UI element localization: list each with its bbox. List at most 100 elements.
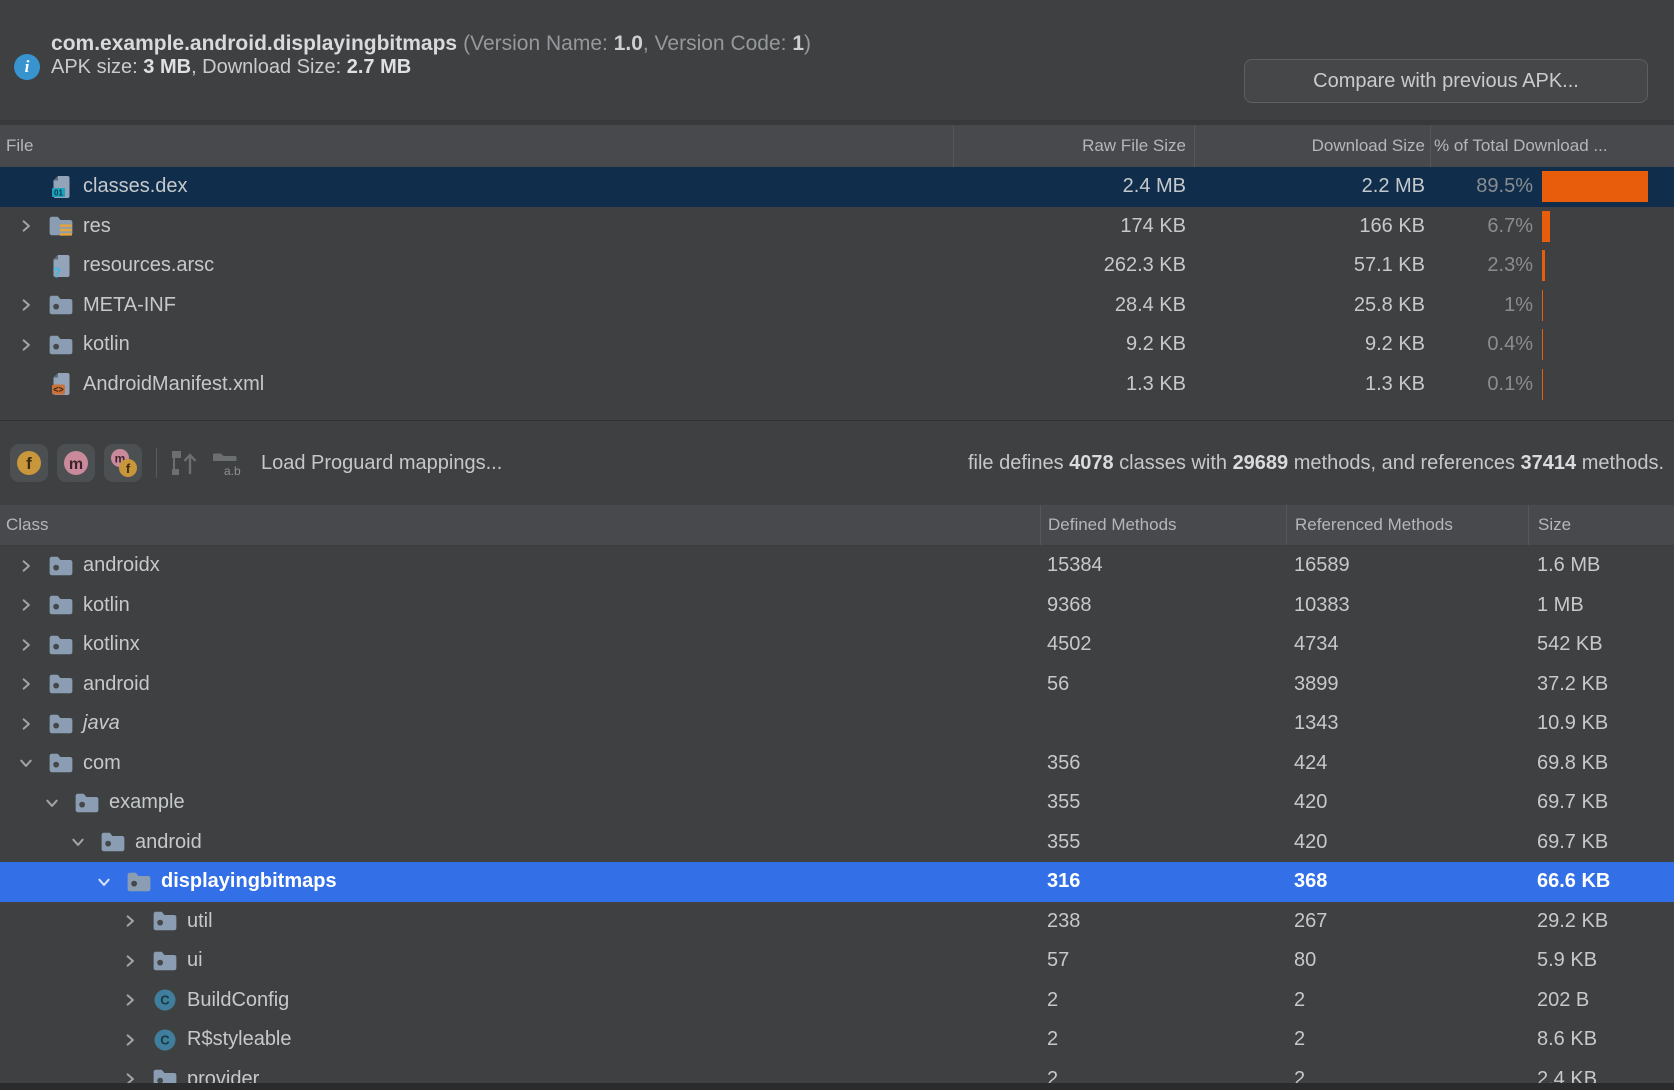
show-fields-toggle-button[interactable]: f <box>10 444 48 482</box>
chevron-right-icon[interactable] <box>14 219 38 233</box>
package-name: example <box>109 791 185 814</box>
chevron-down-icon[interactable] <box>92 875 116 889</box>
referenced-methods: 1343 <box>1286 712 1528 735</box>
class-name: R$styleable <box>187 1028 292 1051</box>
class-row-java[interactable]: java 1343 10.9 KB <box>0 704 1674 744</box>
class-row-androidx[interactable]: androidx 15384 16589 1.6 MB <box>0 546 1674 586</box>
class-row-example[interactable]: example 355 420 69.7 KB <box>0 783 1674 823</box>
chevron-right-icon[interactable] <box>14 598 38 612</box>
column-header-defined-methods[interactable]: Defined Methods <box>1040 505 1286 545</box>
chevron-right-icon[interactable] <box>14 638 38 652</box>
class-row-rstyleable[interactable]: R$styleable 2 2 8.6 KB <box>0 1020 1674 1060</box>
raw-file-size: 174 KB <box>953 215 1194 238</box>
size: 1 MB <box>1528 594 1674 617</box>
chevron-right-icon[interactable] <box>118 993 142 1007</box>
folder-icon <box>48 751 74 775</box>
compare-with-previous-apk-button[interactable]: Compare with previous APK... <box>1244 59 1648 103</box>
chevron-right-icon[interactable] <box>118 954 142 968</box>
chevron-down-icon[interactable] <box>66 835 90 849</box>
column-header-file[interactable]: File <box>0 125 953 167</box>
deobfuscate-names-icon[interactable]: a.b <box>211 448 241 478</box>
file-row-classes-dex[interactable]: classes.dex 2.4 MB 2.2 MB 89.5% <box>0 167 1674 207</box>
column-header-download-size[interactable]: Download Size <box>1194 125 1430 167</box>
folder-icon <box>74 791 100 815</box>
class-row-kotlin[interactable]: kotlin 9368 10383 1 MB <box>0 586 1674 626</box>
application-id: com.example.android.displayingbitmaps <box>51 32 457 55</box>
column-header-size[interactable]: Size <box>1528 505 1674 545</box>
folder-icon <box>48 712 74 736</box>
folder-icon <box>48 554 74 578</box>
pct-bar <box>1542 250 1545 281</box>
file-row-res[interactable]: res 174 KB 166 KB 6.7% <box>0 207 1674 247</box>
chevron-down-icon[interactable] <box>40 796 64 810</box>
referenced-methods: 10383 <box>1286 594 1528 617</box>
toolbar-separator <box>156 448 157 478</box>
package-name: ui <box>187 949 203 972</box>
column-header-class[interactable]: Class <box>0 505 1040 545</box>
pct-bar <box>1542 171 1648 202</box>
class-row-displayingbitmaps[interactable]: displayingbitmaps 316 368 66.6 KB <box>0 862 1674 902</box>
class-row-com[interactable]: com 356 424 69.8 KB <box>0 744 1674 784</box>
size: 202 B <box>1528 989 1674 1012</box>
res-folder-icon <box>48 214 74 238</box>
pct-of-total: 89.5% <box>1430 175 1533 198</box>
chevron-right-icon[interactable] <box>14 677 38 691</box>
pct-of-total: 2.3% <box>1430 254 1533 277</box>
defined-methods: 2 <box>1040 1028 1286 1051</box>
chevron-right-icon[interactable] <box>14 298 38 312</box>
file-table-header: File Raw File Size Download Size % of To… <box>0 125 1674 167</box>
package-name: displayingbitmaps <box>161 870 337 893</box>
package-name: util <box>187 910 213 933</box>
download-size: 2.2 MB <box>1194 175 1430 198</box>
chevron-right-icon[interactable] <box>14 717 38 731</box>
file-row-meta-inf[interactable]: META-INF 28.4 KB 25.8 KB 1% <box>0 286 1674 326</box>
manifest-file-icon <box>48 372 74 396</box>
file-row-resources-arsc[interactable]: resources.arsc 262.3 KB 57.1 KB 2.3% <box>0 246 1674 286</box>
column-header-pct-of-total-download[interactable]: % of Total Download ... <box>1430 125 1674 167</box>
defined-methods: 15384 <box>1040 554 1286 577</box>
file-row-androidmanifest[interactable]: AndroidManifest.xml 1.3 KB 1.3 KB 0.1% <box>0 365 1674 405</box>
class-row-ui[interactable]: ui 57 80 5.9 KB <box>0 941 1674 981</box>
chevron-right-icon[interactable] <box>118 914 142 928</box>
folder-icon <box>100 830 126 854</box>
raw-file-size: 2.4 MB <box>953 175 1194 198</box>
class-row-kotlinx[interactable]: kotlinx 4502 4734 542 KB <box>0 625 1674 665</box>
class-icon <box>152 988 178 1012</box>
chevron-right-icon[interactable] <box>14 559 38 573</box>
defined-methods: 4502 <box>1040 633 1286 656</box>
apk-size-summary: i APK size: 3 MB, Download Size: 2.7 MB <box>14 54 411 80</box>
class-table-header: Class Defined Methods Referenced Methods… <box>0 505 1674 546</box>
pct-of-total: 1% <box>1430 294 1533 317</box>
pct-of-total: 0.4% <box>1430 333 1533 356</box>
size: 69.8 KB <box>1528 752 1674 775</box>
column-header-raw-file-size[interactable]: Raw File Size <box>953 125 1194 167</box>
load-proguard-mappings-link[interactable]: Load Proguard mappings... <box>261 452 502 475</box>
referenced-methods: 3899 <box>1286 673 1528 696</box>
show-referenced-nodes-toggle-button[interactable]: mf <box>104 444 142 482</box>
size: 542 KB <box>1528 633 1674 656</box>
dex-stats-text: file defines 4078 classes with 29689 met… <box>968 452 1668 475</box>
defined-methods: 355 <box>1040 831 1286 854</box>
pct-of-total: 0.1% <box>1430 373 1533 396</box>
class-row-util[interactable]: util 238 267 29.2 KB <box>0 902 1674 942</box>
folder-icon <box>152 909 178 933</box>
chevron-down-icon[interactable] <box>14 756 38 770</box>
folder-icon <box>152 949 178 973</box>
class-row-android[interactable]: android 56 3899 37.2 KB <box>0 665 1674 705</box>
defined-methods: 316 <box>1040 870 1286 893</box>
raw-file-size: 9.2 KB <box>953 333 1194 356</box>
expand-all-icon[interactable] <box>169 448 199 478</box>
chevron-right-icon[interactable] <box>14 338 38 352</box>
size: 37.2 KB <box>1528 673 1674 696</box>
file-row-kotlin[interactable]: kotlin 9.2 KB 9.2 KB 0.4% <box>0 325 1674 365</box>
download-size: 1.3 KB <box>1194 373 1430 396</box>
column-header-referenced-methods[interactable]: Referenced Methods <box>1286 505 1528 545</box>
show-methods-toggle-button[interactable]: m <box>57 444 95 482</box>
panel-bottom-edge <box>0 1083 1674 1090</box>
file-name: AndroidManifest.xml <box>83 373 264 396</box>
folder-icon <box>48 633 74 657</box>
class-row-buildconfig[interactable]: BuildConfig 2 2 202 B <box>0 981 1674 1021</box>
pct-bar <box>1542 211 1550 242</box>
class-row-android-pkg[interactable]: android 355 420 69.7 KB <box>0 823 1674 863</box>
chevron-right-icon[interactable] <box>118 1033 142 1047</box>
